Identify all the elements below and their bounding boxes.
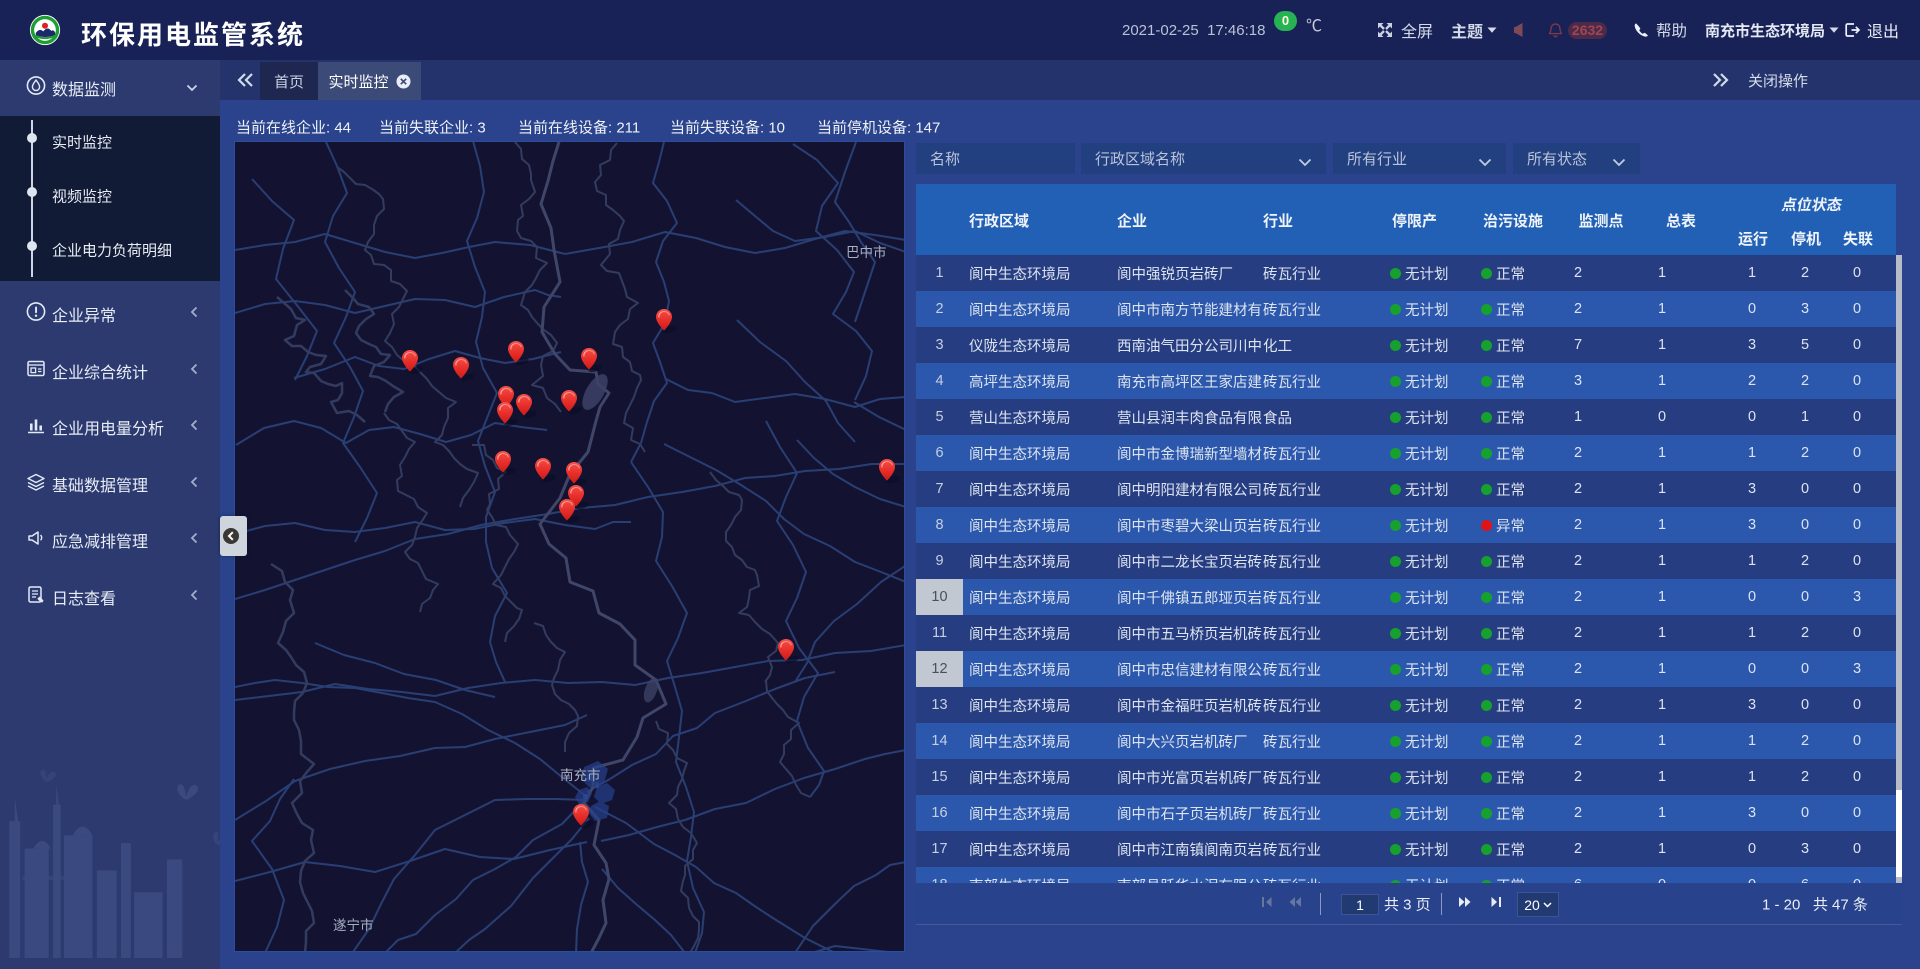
svg-text:遂宁市: 遂宁市 (333, 917, 374, 933)
svg-text:巴中市: 巴中市 (846, 244, 887, 260)
svg-text:南充市: 南充市 (560, 767, 601, 783)
